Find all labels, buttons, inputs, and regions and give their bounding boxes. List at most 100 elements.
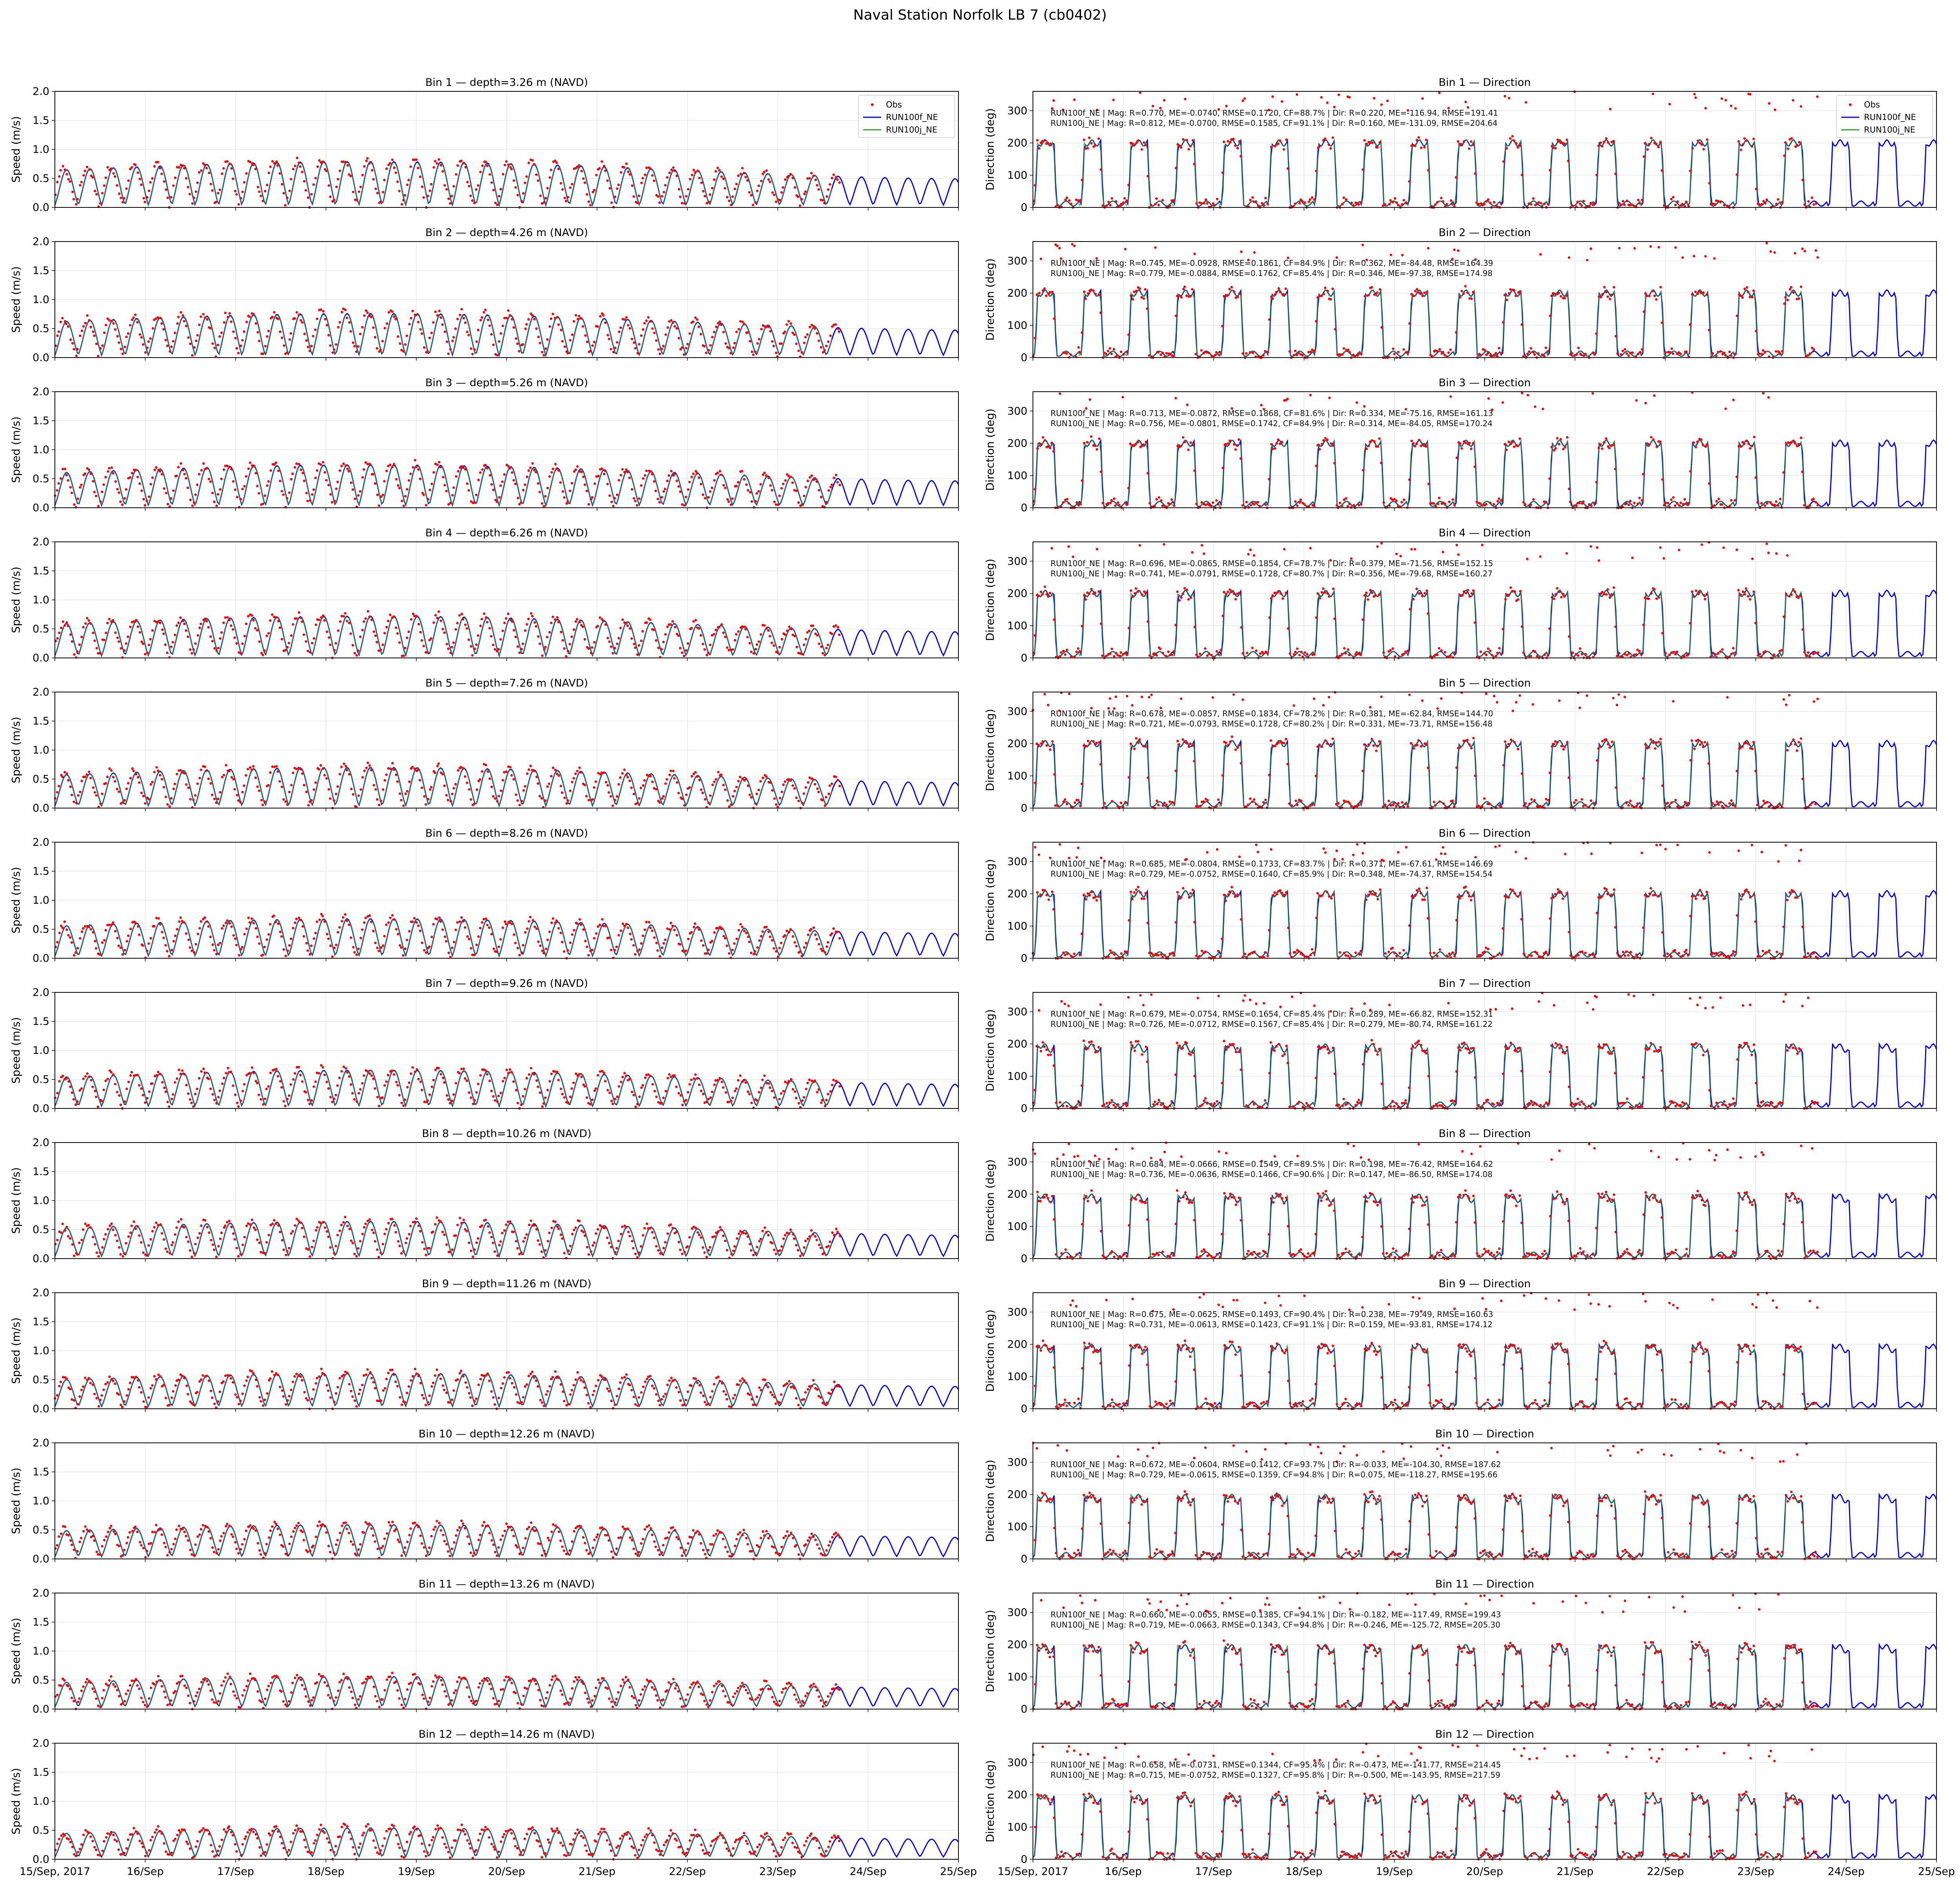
obs-point	[1743, 287, 1746, 290]
obs-point	[1279, 592, 1282, 595]
obs-point	[406, 790, 409, 793]
obs-point	[728, 200, 731, 202]
obs-point	[1176, 739, 1179, 743]
obs-point	[1215, 351, 1218, 354]
obs-point	[1508, 97, 1510, 100]
obs-point	[692, 620, 695, 623]
obs-point	[1339, 353, 1341, 356]
y-tick-label: 0	[1021, 652, 1027, 664]
obs-point	[1500, 652, 1503, 656]
obs-point	[1343, 347, 1345, 350]
obs-point	[1507, 440, 1510, 443]
obs-point	[1780, 201, 1783, 203]
obs-point	[1655, 298, 1658, 301]
obs-point	[1807, 200, 1810, 203]
obs-point	[634, 347, 637, 350]
obs-point	[1650, 136, 1653, 140]
obs-point	[436, 765, 439, 767]
obs-point	[1642, 777, 1645, 780]
obs-point	[283, 344, 285, 347]
obs-point	[1045, 593, 1048, 596]
obs-point	[664, 184, 667, 187]
obs-point	[238, 954, 240, 957]
obs-point	[219, 791, 221, 794]
obs-point	[513, 933, 515, 936]
obs-point	[172, 787, 175, 790]
obs-point	[640, 182, 643, 184]
obs-point	[1625, 502, 1628, 505]
obs-point	[123, 948, 126, 952]
obs-point	[1200, 544, 1203, 547]
obs-point	[1748, 296, 1751, 298]
obs-point	[497, 648, 500, 651]
obs-point	[456, 164, 459, 167]
obs-point	[254, 927, 258, 930]
obs-point	[460, 160, 463, 162]
obs-point	[1191, 551, 1194, 554]
obs-point	[89, 928, 92, 931]
obs-point	[1096, 548, 1098, 550]
obs-point	[1144, 745, 1147, 748]
obs-point	[1397, 802, 1400, 805]
obs-point	[704, 798, 707, 801]
obs-point	[573, 929, 575, 932]
obs-point	[439, 466, 442, 469]
obs-point	[1042, 289, 1044, 292]
obs-point	[836, 178, 839, 181]
obs-point	[370, 920, 373, 923]
obs-point	[166, 950, 169, 952]
obs-point	[149, 181, 152, 184]
obs-point	[1316, 592, 1319, 595]
obs-point	[445, 340, 448, 343]
obs-point	[457, 470, 460, 473]
obs-point	[422, 493, 425, 496]
obs-point	[1539, 805, 1542, 807]
obs-point	[1111, 647, 1113, 650]
obs-point	[391, 158, 394, 161]
obs-point	[744, 628, 747, 630]
obs-point	[1444, 503, 1446, 505]
obs-point	[101, 941, 104, 944]
obs-point	[528, 920, 530, 923]
obs-point	[597, 925, 599, 928]
obs-point	[245, 172, 248, 175]
obs-point	[391, 762, 394, 765]
obs-point	[1702, 291, 1705, 294]
obs-point	[754, 351, 757, 353]
obs-point	[1260, 404, 1263, 407]
obs-point	[612, 505, 615, 507]
obs-point	[254, 167, 257, 171]
obs-point	[1306, 653, 1308, 656]
obs-point	[151, 177, 154, 180]
obs-point	[410, 317, 412, 320]
obs-point	[1661, 322, 1663, 324]
obs-point	[1165, 655, 1167, 658]
obs-point	[1357, 504, 1360, 507]
obs-point	[1303, 503, 1306, 506]
obs-point	[538, 795, 541, 797]
obs-point	[511, 620, 514, 623]
obs-point	[1365, 591, 1368, 594]
obs-point	[481, 468, 484, 471]
obs-point	[1713, 652, 1716, 656]
obs-point	[1674, 246, 1677, 249]
obs-point	[508, 467, 511, 470]
obs-point	[170, 645, 172, 648]
obs-point	[307, 650, 309, 652]
obs-point	[1408, 693, 1411, 696]
obs-point	[1723, 351, 1726, 354]
legend: ObsRUN100f_NERUN100j_NE	[1836, 95, 1933, 138]
obs-point	[1775, 350, 1777, 353]
obs-point	[1785, 703, 1788, 706]
obs-point	[116, 335, 119, 338]
obs-point	[1487, 647, 1490, 650]
obs-point	[112, 172, 115, 175]
obs-point	[1133, 747, 1136, 750]
obs-point	[1556, 437, 1559, 440]
obs-point	[1800, 737, 1802, 740]
obs-point	[1582, 200, 1585, 202]
obs-point	[1338, 501, 1341, 504]
obs-point	[610, 201, 613, 204]
obs-point	[690, 775, 693, 778]
obs-point	[1504, 740, 1506, 743]
